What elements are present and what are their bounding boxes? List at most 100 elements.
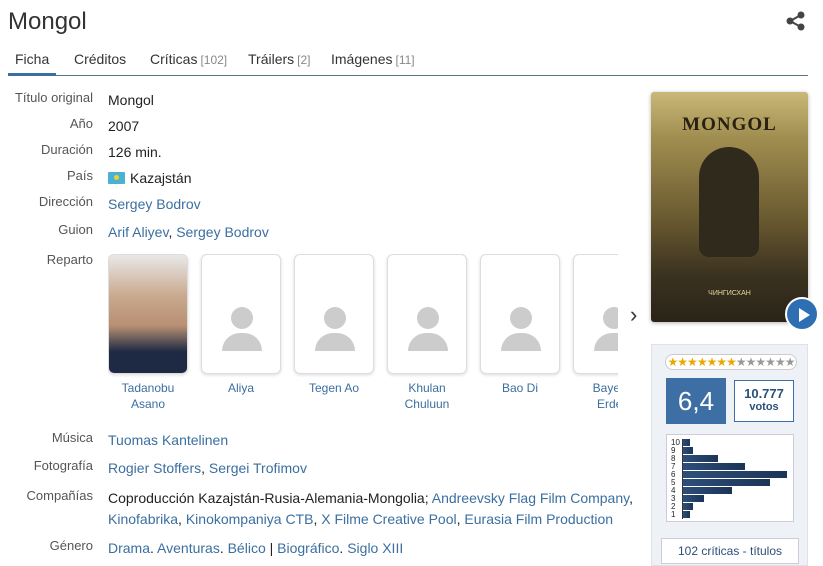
- company-link[interactable]: Kinofabrika: [108, 511, 178, 527]
- placeholder-photo[interactable]: [201, 254, 281, 374]
- movie-poster[interactable]: MONGOL ЧИНГИСХАН: [651, 92, 808, 322]
- user-icon: [510, 307, 532, 329]
- composer-link[interactable]: Tuomas Kantelinen: [108, 432, 228, 448]
- genre-value: Drama. Aventuras. Bélico | Biográfico. S…: [108, 540, 404, 556]
- photography-label: Fotografía: [33, 458, 93, 473]
- cast-member[interactable]: BayertsErden: [573, 254, 618, 412]
- cast-member[interactable]: Khulan Chuluun: [387, 254, 467, 412]
- genre-link[interactable]: Biográfico: [277, 540, 339, 556]
- star-icon[interactable]: ★: [668, 355, 679, 369]
- tab-count: [11]: [395, 53, 415, 67]
- star-icon[interactable]: ★: [746, 355, 757, 369]
- cast-label: Reparto: [46, 252, 93, 267]
- histogram-bar: [683, 439, 690, 446]
- genre-link[interactable]: Drama: [108, 540, 150, 556]
- chevron-right-icon[interactable]: ›: [630, 302, 637, 328]
- cast-member[interactable]: Tadanobu Asano: [108, 254, 188, 412]
- star-icon[interactable]: ★: [775, 355, 786, 369]
- histogram-bar: [683, 471, 787, 478]
- votes-count: 10.777: [744, 386, 784, 401]
- user-icon: [231, 307, 253, 329]
- company-link[interactable]: Eurasia Film Production: [464, 511, 613, 527]
- genre-label: Género: [49, 538, 93, 553]
- writer-link[interactable]: Arif Aliyev: [108, 224, 168, 240]
- star-icon[interactable]: ★: [697, 355, 708, 369]
- writer-link[interactable]: Sergey Bodrov: [176, 224, 269, 240]
- genre-link[interactable]: Siglo XIII: [347, 540, 403, 556]
- histogram-bar: [683, 479, 770, 486]
- votes-label: votos: [749, 401, 779, 413]
- tab-criticas[interactable]: Críticas [102]: [143, 44, 234, 75]
- companies-value: Coproducción Kazajstán-Rusia-Alemania-Mo…: [108, 490, 633, 527]
- tab-ficha[interactable]: Ficha: [8, 44, 57, 76]
- poster-subtitle: ЧИНГИСХАН: [708, 290, 751, 297]
- play-trailer-button[interactable]: [785, 297, 819, 331]
- histogram-bar: [683, 447, 693, 454]
- cast-member[interactable]: Bao Di: [480, 254, 560, 396]
- companies-label: Compañías: [26, 488, 93, 503]
- country-value: Kazajstán: [108, 168, 638, 189]
- company-link[interactable]: Andreevsky Flag Film Company: [432, 490, 629, 506]
- placeholder-photo[interactable]: [294, 254, 374, 374]
- star-icon[interactable]: ★: [707, 355, 718, 369]
- cast-carousel: Tadanobu Asano Aliya Tegen Ao Khulan Chulu…: [108, 254, 618, 414]
- cast-member[interactable]: Tegen Ao: [294, 254, 374, 396]
- star-icon[interactable]: ★: [677, 355, 688, 369]
- star-rating[interactable]: ★★★★★★★★★★★★★: [665, 354, 797, 370]
- rating-histogram: 10 9 8 7 6 5 4 3 2 1: [666, 434, 794, 522]
- poster-title: MONGOL: [682, 114, 777, 135]
- duration-label: Duración: [40, 142, 93, 157]
- average-score: 6,4: [666, 378, 726, 424]
- histogram-bar: [683, 455, 718, 462]
- star-icon[interactable]: ★: [687, 355, 698, 369]
- placeholder-photo[interactable]: [573, 254, 618, 374]
- page-title: Mongol: [8, 8, 87, 35]
- star-icon[interactable]: ★: [765, 355, 776, 369]
- genre-link[interactable]: Aventuras: [157, 540, 220, 556]
- votes-box: 10.777 votos: [734, 380, 794, 422]
- tab-count: [2]: [297, 53, 311, 67]
- tab-creditos[interactable]: Créditos: [67, 44, 133, 75]
- tab-count: [102]: [200, 53, 228, 67]
- company-link[interactable]: X Filme Creative Pool: [321, 511, 456, 527]
- share-icon[interactable]: [785, 10, 807, 32]
- actor-photo[interactable]: [108, 254, 188, 374]
- histogram-bar: [683, 487, 732, 494]
- histogram-label: 1: [671, 510, 676, 519]
- user-icon: [417, 307, 439, 329]
- genre-link[interactable]: Bélico: [228, 540, 266, 556]
- histogram-bar: [683, 503, 693, 510]
- placeholder-photo[interactable]: [387, 254, 467, 374]
- user-icon: [603, 307, 618, 329]
- original-title-value: Mongol: [108, 92, 154, 108]
- kazakhstan-flag-icon: [108, 172, 125, 184]
- director-link[interactable]: Sergey Bodrov: [108, 196, 201, 212]
- tab-imagenes[interactable]: Imágenes [11]: [324, 44, 422, 75]
- original-title-label: Título original: [14, 90, 93, 105]
- placeholder-photo[interactable]: [480, 254, 560, 374]
- year-value: 2007: [108, 118, 140, 134]
- star-icon[interactable]: ★: [736, 355, 747, 369]
- coproduction-text: Coproducción Kazajstán-Rusia-Alemania-Mo…: [108, 490, 429, 506]
- screenplay-label: Guion: [58, 222, 93, 237]
- poster-warrior-image: [699, 147, 759, 257]
- star-icon[interactable]: ★: [755, 355, 766, 369]
- duration-value: 126 min.: [108, 144, 162, 160]
- tab-trailers[interactable]: Tráilers [2]: [241, 44, 318, 75]
- country-label: País: [66, 168, 93, 183]
- company-link[interactable]: Kinokompaniya CTB: [186, 511, 314, 527]
- tab-bar: Ficha Créditos Críticas [102] Tráilers [2]…: [8, 44, 808, 76]
- histogram-bar: [683, 495, 704, 502]
- music-label: Música: [51, 430, 93, 445]
- user-icon: [324, 307, 346, 329]
- year-label: Año: [69, 116, 93, 131]
- star-icon[interactable]: ★: [726, 355, 737, 369]
- histogram-bar: [683, 511, 690, 518]
- cast-member[interactable]: Aliya: [201, 254, 281, 396]
- critics-link[interactable]: 102 críticas - títulos: [661, 538, 799, 564]
- star-icon[interactable]: ★: [716, 355, 727, 369]
- cinematographer-link[interactable]: Sergei Trofimov: [209, 460, 307, 476]
- star-icon[interactable]: ★: [785, 355, 796, 369]
- director-label: Dirección: [38, 194, 93, 209]
- cinematographer-link[interactable]: Rogier Stoffers: [108, 460, 201, 476]
